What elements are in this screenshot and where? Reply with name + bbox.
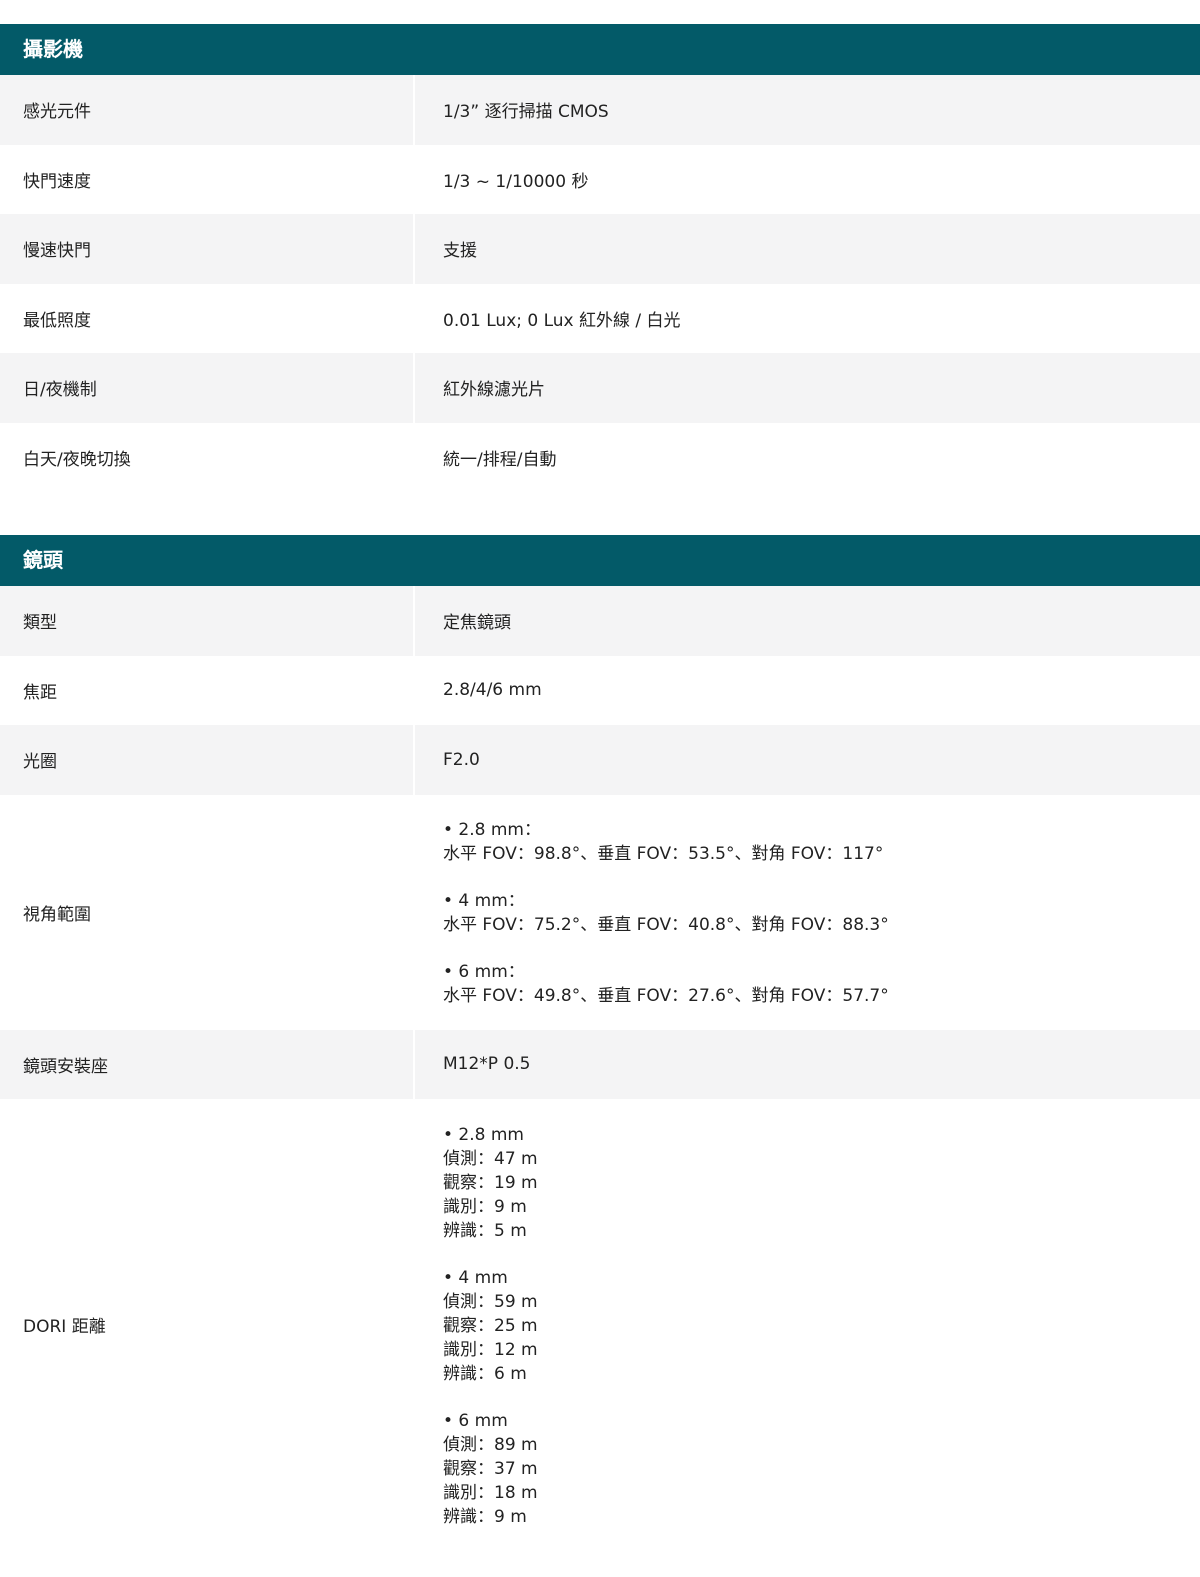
spec-value-dori-distance: • 2.8 mm 偵測：47 m 觀察：19 m 識別：9 m 辨識：5 m •… (415, 1099, 1200, 1549)
spec-row: 視角範圍 • 2.8 mm： 水平 FOV：98.8°、垂直 FOV：53.5°… (0, 794, 1200, 1030)
dori-identification: 辨識：6 m (443, 1364, 527, 1384)
fov-group: • 2.8 mm： 水平 FOV：98.8°、垂直 FOV：53.5°、對角 F… (443, 818, 883, 866)
dori-recognition: 識別：18 m (443, 1483, 538, 1503)
lens-spec-rows: 類型 定焦鏡頭 焦距 2.8/4/6 mm 光圈 F2.0 視角範圍 • 2.8… (0, 586, 1200, 1549)
spec-row: 鏡頭安裝座 M12*P 0.5 (0, 1029, 1200, 1099)
spec-value-slow-shutter: 支援 (415, 214, 1200, 284)
spec-value-field-of-view: • 2.8 mm： 水平 FOV：98.8°、垂直 FOV：53.5°、對角 F… (415, 794, 1200, 1030)
dori-recognition: 識別：12 m (443, 1340, 538, 1360)
spec-row: 光圈 F2.0 (0, 725, 1200, 795)
fov-detail: 水平 FOV：75.2°、垂直 FOV：40.8°、對角 FOV：88.3° (443, 915, 889, 935)
dori-detection: 偵測：59 m (443, 1292, 538, 1312)
dori-identification: 辨識：5 m (443, 1221, 527, 1241)
fov-heading: • 2.8 mm： (443, 820, 541, 840)
spec-label-slow-shutter: 慢速快門 (0, 214, 413, 284)
spec-row: 感光元件 1/3” 逐行掃描 CMOS (0, 75, 1200, 145)
dori-observation: 觀察：37 m (443, 1459, 538, 1479)
spec-row: 焦距 2.8/4/6 mm (0, 655, 1200, 725)
spec-label-lens-type: 類型 (0, 586, 413, 656)
camera-spec-section: 攝影機 感光元件 1/3” 逐行掃描 CMOS 快門速度 1/3 ~ 1/100… (0, 24, 1200, 492)
dori-observation: 觀察：25 m (443, 1316, 538, 1336)
dori-heading: • 2.8 mm (443, 1125, 524, 1145)
spec-value-aperture: F2.0 (415, 725, 1200, 795)
dori-detection: 偵測：89 m (443, 1435, 538, 1455)
lens-section-header: 鏡頭 (0, 535, 1200, 586)
dori-heading: • 6 mm (443, 1411, 508, 1431)
fov-group: • 6 mm： 水平 FOV：49.8°、垂直 FOV：27.6°、對角 FOV… (443, 960, 889, 1008)
spec-value-shutter-speed: 1/3 ~ 1/10000 秒 (415, 144, 1200, 214)
spec-value-lens-mount: M12*P 0.5 (415, 1029, 1200, 1099)
dori-identification: 辨識：9 m (443, 1507, 527, 1527)
dori-group: • 2.8 mm 偵測：47 m 觀察：19 m 識別：9 m 辨識：5 m (443, 1123, 538, 1243)
dori-recognition: 識別：9 m (443, 1197, 527, 1217)
spec-value-min-illumination: 0.01 Lux; 0 Lux 紅外線 / 白光 (415, 283, 1200, 353)
fov-heading: • 6 mm： (443, 962, 525, 982)
spec-label-focal-length: 焦距 (0, 655, 413, 725)
spec-row: 日/夜機制 紅外線濾光片 (0, 353, 1200, 423)
spec-value-focal-length: 2.8/4/6 mm (415, 655, 1200, 725)
spec-value-lens-type: 定焦鏡頭 (415, 586, 1200, 656)
dori-group: • 6 mm 偵測：89 m 觀察：37 m 識別：18 m 辨識：9 m (443, 1409, 538, 1529)
spec-label-lens-mount: 鏡頭安裝座 (0, 1029, 413, 1099)
spec-value-sensor: 1/3” 逐行掃描 CMOS (415, 75, 1200, 145)
spec-value-day-night-switch: 統一/排程/自動 (415, 422, 1200, 492)
dori-detection: 偵測：47 m (443, 1149, 538, 1169)
dori-heading: • 4 mm (443, 1268, 508, 1288)
spec-label-field-of-view: 視角範圍 (0, 794, 413, 1030)
lens-spec-section: 鏡頭 類型 定焦鏡頭 焦距 2.8/4/6 mm 光圈 F2.0 視角範圍 • … (0, 535, 1200, 1549)
camera-section-header: 攝影機 (0, 24, 1200, 75)
spec-row: 白天/夜晚切換 統一/排程/自動 (0, 422, 1200, 492)
fov-heading: • 4 mm： (443, 891, 525, 911)
fov-group: • 4 mm： 水平 FOV：75.2°、垂直 FOV：40.8°、對角 FOV… (443, 889, 889, 937)
spec-label-day-night-switch: 白天/夜晚切換 (0, 422, 413, 492)
fov-detail: 水平 FOV：49.8°、垂直 FOV：27.6°、對角 FOV：57.7° (443, 986, 889, 1006)
dori-observation: 觀察：19 m (443, 1173, 538, 1193)
spec-label-dori-distance: DORI 距離 (0, 1099, 413, 1549)
dori-group: • 4 mm 偵測：59 m 觀察：25 m 識別：12 m 辨識：6 m (443, 1266, 538, 1386)
spec-row: DORI 距離 • 2.8 mm 偵測：47 m 觀察：19 m 識別：9 m … (0, 1099, 1200, 1549)
fov-detail: 水平 FOV：98.8°、垂直 FOV：53.5°、對角 FOV：117° (443, 844, 884, 864)
spec-label-sensor: 感光元件 (0, 75, 413, 145)
spec-row: 慢速快門 支援 (0, 214, 1200, 284)
spec-label-day-night-mechanism: 日/夜機制 (0, 353, 413, 423)
spec-label-min-illumination: 最低照度 (0, 283, 413, 353)
camera-spec-rows: 感光元件 1/3” 逐行掃描 CMOS 快門速度 1/3 ~ 1/10000 秒… (0, 75, 1200, 492)
spec-label-shutter-speed: 快門速度 (0, 144, 413, 214)
spec-label-aperture: 光圈 (0, 725, 413, 795)
spec-row: 類型 定焦鏡頭 (0, 586, 1200, 656)
spec-value-day-night-mechanism: 紅外線濾光片 (415, 353, 1200, 423)
spec-row: 快門速度 1/3 ~ 1/10000 秒 (0, 144, 1200, 214)
spec-row: 最低照度 0.01 Lux; 0 Lux 紅外線 / 白光 (0, 283, 1200, 353)
